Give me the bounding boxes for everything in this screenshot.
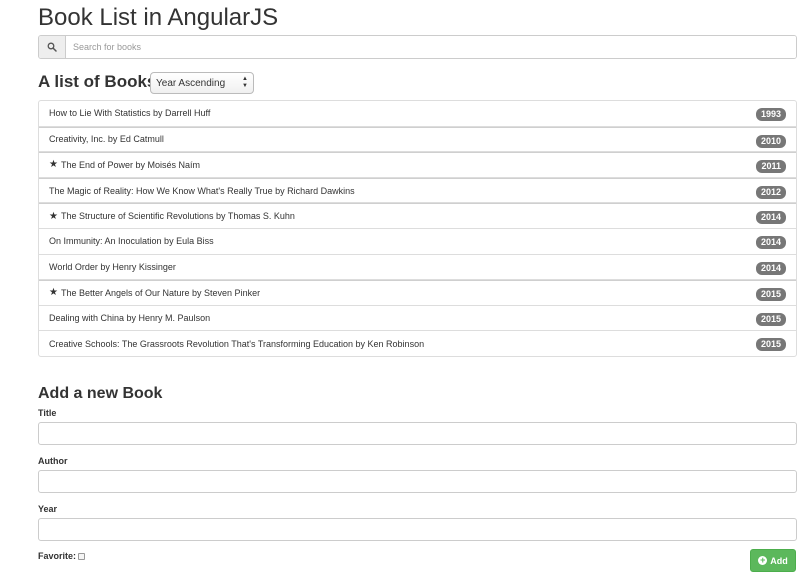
book-list-item[interactable]: The Magic of Reality: How We Know What's… bbox=[39, 177, 796, 204]
book-list-item[interactable]: Creative Schools: The Grassroots Revolut… bbox=[39, 331, 796, 357]
book-list-item[interactable]: ★ The End of Power by Moisés Naím 2011 bbox=[39, 152, 796, 178]
book-title-author: The Structure of Scientific Revolutions … bbox=[60, 211, 295, 222]
add-button-label: Add bbox=[770, 555, 788, 566]
year-input[interactable] bbox=[38, 518, 797, 541]
book-list-item[interactable]: Creativity, Inc. by Ed Catmull 2010 bbox=[39, 126, 796, 153]
year-label: Year bbox=[38, 504, 58, 514]
year-badge: 2010 bbox=[755, 134, 786, 148]
book-title-author: Creative Schools: The Grassroots Revolut… bbox=[49, 339, 425, 350]
year-badge: 1993 bbox=[755, 108, 786, 121]
search-bar bbox=[38, 35, 797, 59]
book-title-author: The Better Angels of Our Nature by Steve… bbox=[60, 287, 261, 298]
book-title-author: Creativity, Inc. by Ed Catmull bbox=[49, 134, 164, 145]
year-badge: 2015 bbox=[755, 288, 786, 302]
year-badge: 2012 bbox=[755, 185, 786, 199]
plus-circle-icon: + bbox=[758, 555, 768, 565]
favorite-field: Favorite: bbox=[38, 551, 86, 561]
add-book-button[interactable]: + Add bbox=[750, 549, 796, 572]
book-title-author: Dealing with China by Henry M. Paulson bbox=[49, 313, 211, 324]
book-list: How to Lie With Statistics by Darrell Hu… bbox=[38, 100, 797, 357]
year-badge: 2015 bbox=[755, 338, 786, 352]
book-list-item[interactable]: World Order by Henry Kissinger 2014 bbox=[39, 255, 796, 281]
book-title-author: World Order by Henry Kissinger bbox=[49, 261, 176, 272]
add-book-heading: Add a new Book bbox=[38, 385, 163, 402]
sort-order-selected-value: Year Ascending bbox=[156, 77, 226, 89]
book-list-item[interactable]: On Immunity: An Inoculation by Eula Biss… bbox=[39, 229, 796, 255]
favorite-checkbox[interactable] bbox=[78, 553, 86, 561]
book-list-item[interactable]: Dealing with China by Henry M. Paulson 20… bbox=[39, 306, 796, 332]
book-title-author: On Immunity: An Inoculation by Eula Biss bbox=[49, 236, 214, 247]
title-label: Title bbox=[38, 408, 57, 418]
search-input[interactable] bbox=[66, 36, 796, 58]
year-badge: 2015 bbox=[755, 312, 786, 326]
year-badge: 2014 bbox=[755, 211, 786, 225]
year-badge: 2014 bbox=[755, 261, 786, 275]
title-input[interactable] bbox=[38, 422, 797, 445]
book-list-heading: A list of Books bbox=[38, 72, 157, 91]
book-list-item[interactable]: ★ The Better Angels of Our Nature by Stev… bbox=[39, 280, 796, 306]
favorite-star-icon: ★ bbox=[49, 287, 58, 299]
search-icon bbox=[39, 36, 66, 58]
book-list-item[interactable]: ★ The Structure of Scientific Revolutions… bbox=[39, 203, 796, 229]
page-title: Book List in AngularJS bbox=[38, 4, 279, 31]
favorite-star-icon: ★ bbox=[49, 159, 58, 171]
author-input[interactable] bbox=[38, 470, 797, 493]
author-label: Author bbox=[38, 456, 68, 466]
favorite-star-icon: ★ bbox=[49, 210, 58, 222]
favorite-label: Favorite: bbox=[38, 551, 77, 561]
book-list-item[interactable]: How to Lie With Statistics by Darrell Hu… bbox=[39, 101, 796, 127]
select-arrows-icon: ▲ ▼ bbox=[242, 76, 248, 89]
book-title-author: How to Lie With Statistics by Darrell Hu… bbox=[49, 108, 211, 119]
year-badge: 2014 bbox=[755, 235, 786, 249]
year-badge: 2011 bbox=[756, 160, 786, 174]
book-title-author: The End of Power by Moisés Naím bbox=[60, 159, 201, 170]
book-title-author: The Magic of Reality: How We Know What's… bbox=[49, 185, 355, 196]
sort-order-select[interactable]: Year Ascending ▲ ▼ bbox=[150, 72, 254, 94]
